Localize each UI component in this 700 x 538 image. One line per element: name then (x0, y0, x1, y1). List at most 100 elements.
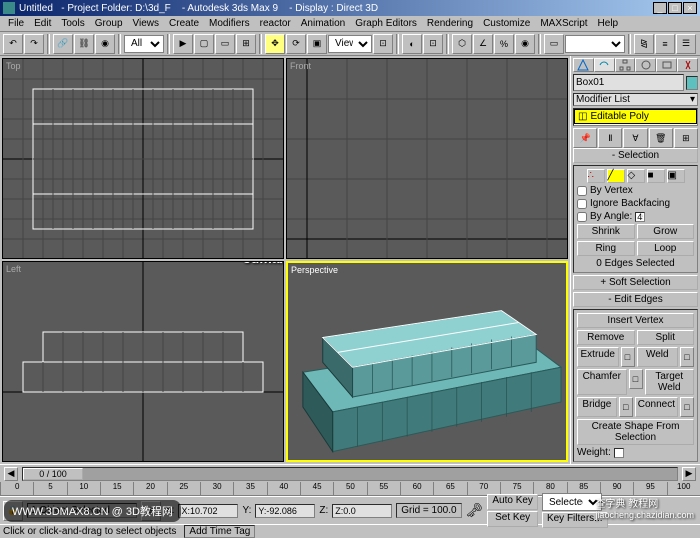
viewport-left[interactable]: Left 3dmax8.cn (2, 261, 284, 462)
window-crossing-button[interactable]: ⊞ (236, 34, 256, 54)
show-end-result-button[interactable]: Ⅱ (598, 128, 622, 148)
bridge-settings-button[interactable]: □ (619, 397, 633, 417)
modifier-list-dropdown[interactable]: Modifier List (573, 93, 698, 106)
extrude-button[interactable]: Extrude (577, 347, 619, 367)
target-weld-button[interactable]: Target Weld (645, 369, 695, 395)
loop-button[interactable]: Loop (637, 241, 695, 256)
menu-rendering[interactable]: Rendering (422, 18, 478, 29)
tab-display[interactable] (656, 58, 677, 72)
region-rect-button[interactable]: ▭ (215, 34, 235, 54)
weight-spinner[interactable] (614, 448, 624, 458)
weld-settings-button[interactable]: □ (680, 347, 694, 367)
ring-button[interactable]: Ring (577, 241, 635, 256)
percent-snap-button[interactable]: % (494, 34, 514, 54)
by-angle-value[interactable] (635, 212, 645, 222)
menu-create[interactable]: Create (164, 18, 204, 29)
ref-coord-dropdown[interactable]: View (328, 35, 372, 53)
ignore-backfacing-checkbox[interactable]: Ignore Backfacing (577, 198, 694, 209)
menu-grapheditors[interactable]: Graph Editors (350, 18, 422, 29)
tab-hierarchy[interactable] (615, 58, 636, 72)
spinner-snap-button[interactable]: ◉ (515, 34, 535, 54)
subobj-polygon[interactable]: ■ (647, 169, 665, 183)
remove-button[interactable]: Remove (577, 330, 635, 345)
time-slider-left[interactable]: ◀ (4, 467, 18, 481)
viewport-top[interactable]: Top (2, 58, 284, 259)
subobj-vertex[interactable]: ∴ (587, 169, 605, 183)
coord-y[interactable]: Y:-92.086 (255, 504, 315, 518)
menu-edit[interactable]: Edit (29, 18, 56, 29)
select-name-button[interactable]: ▢ (194, 34, 214, 54)
by-vertex-checkbox[interactable]: By Vertex (577, 185, 694, 196)
menu-help[interactable]: Help (593, 18, 624, 29)
coord-x[interactable]: X:10.702 (178, 504, 238, 518)
chamfer-settings-button[interactable]: □ (629, 369, 643, 389)
stack-editable-poly[interactable]: Editable Poly (574, 109, 697, 124)
keymode-dropdown[interactable]: Selected (542, 493, 602, 511)
minimize-button[interactable]: _ (653, 2, 667, 14)
align-button[interactable]: ≡ (655, 34, 675, 54)
pivot-button[interactable]: ⊡ (373, 34, 393, 54)
bridge-button[interactable]: Bridge (577, 397, 617, 417)
tab-modify[interactable] (594, 58, 615, 72)
make-unique-button[interactable]: ∀ (623, 128, 647, 148)
modifier-stack[interactable]: Editable Poly (573, 108, 698, 126)
menu-maxscript[interactable]: MAXScript (535, 18, 592, 29)
connect-settings-button[interactable]: □ (680, 397, 694, 417)
time-slider[interactable]: ◀ 0 / 100 ▶ (0, 464, 700, 482)
menu-animation[interactable]: Animation (296, 18, 350, 29)
object-name-field[interactable]: Box01 (573, 74, 684, 91)
menu-modifiers[interactable]: Modifiers (204, 18, 255, 29)
link-button[interactable]: 🔗 (53, 34, 73, 54)
named-sets-button[interactable]: ▭ (544, 34, 564, 54)
configure-sets-button[interactable]: ⊞ (674, 128, 698, 148)
tab-create[interactable] (573, 58, 594, 72)
menu-views[interactable]: Views (128, 18, 165, 29)
autokey-button[interactable]: Auto Key (487, 494, 538, 510)
maximize-button[interactable]: □ (668, 2, 682, 14)
unlink-button[interactable]: ⛓ (74, 34, 94, 54)
angle-snap-button[interactable]: ∠ (473, 34, 493, 54)
menu-tools[interactable]: Tools (56, 18, 89, 29)
select-rotate-button[interactable]: ⟳ (286, 34, 306, 54)
menu-reactor[interactable]: reactor (255, 18, 296, 29)
named-sets-dropdown[interactable] (565, 35, 625, 53)
mirror-button[interactable]: ⧎ (634, 34, 654, 54)
time-slider-right[interactable]: ▶ (682, 467, 696, 481)
insert-vertex-button[interactable]: Insert Vertex (577, 313, 694, 328)
tab-utilities[interactable] (677, 58, 698, 72)
selection-filter[interactable]: All (124, 35, 164, 53)
pin-stack-button[interactable]: 📌 (573, 128, 597, 148)
subobj-border[interactable]: ◇ (627, 169, 645, 183)
add-time-tag[interactable]: Add Time Tag (184, 525, 255, 538)
chamfer-button[interactable]: Chamfer (577, 369, 627, 395)
redo-button[interactable]: ↷ (24, 34, 44, 54)
manipulate-button[interactable]: ◐ (402, 34, 422, 54)
connect-button[interactable]: Connect (635, 397, 678, 417)
subobj-edge[interactable]: ╱ (607, 169, 625, 183)
keymode-button[interactable]: ⊡ (423, 34, 443, 54)
viewport-front[interactable]: Front (286, 58, 568, 259)
coord-z[interactable]: Z:0.0 (332, 504, 392, 518)
split-button[interactable]: Split (637, 330, 695, 345)
select-scale-button[interactable]: ▣ (307, 34, 327, 54)
select-move-button[interactable]: ✥ (265, 34, 285, 54)
time-thumb[interactable]: 0 / 100 (23, 468, 83, 480)
rollout-selection-header[interactable]: - Selection (573, 148, 698, 163)
menu-group[interactable]: Group (90, 18, 128, 29)
tab-motion[interactable] (635, 58, 656, 72)
rollout-softselection-header[interactable]: + Soft Selection (573, 275, 698, 290)
layers-button[interactable]: ☰ (676, 34, 696, 54)
subobj-element[interactable]: ▣ (667, 169, 685, 183)
extrude-settings-button[interactable]: □ (621, 347, 635, 367)
rollout-editedges-header[interactable]: - Edit Edges (573, 292, 698, 307)
select-button[interactable]: ▶ (173, 34, 193, 54)
menu-customize[interactable]: Customize (478, 18, 535, 29)
setkey-button[interactable]: Set Key (487, 511, 538, 527)
bind-button[interactable]: ◉ (95, 34, 115, 54)
snap-button[interactable]: ⬡ (452, 34, 472, 54)
close-button[interactable]: × (683, 2, 697, 14)
menu-file[interactable]: File (3, 18, 29, 29)
grow-button[interactable]: Grow (637, 224, 695, 239)
viewport-perspective[interactable]: Perspective (286, 261, 568, 462)
object-color-swatch[interactable] (686, 76, 698, 90)
